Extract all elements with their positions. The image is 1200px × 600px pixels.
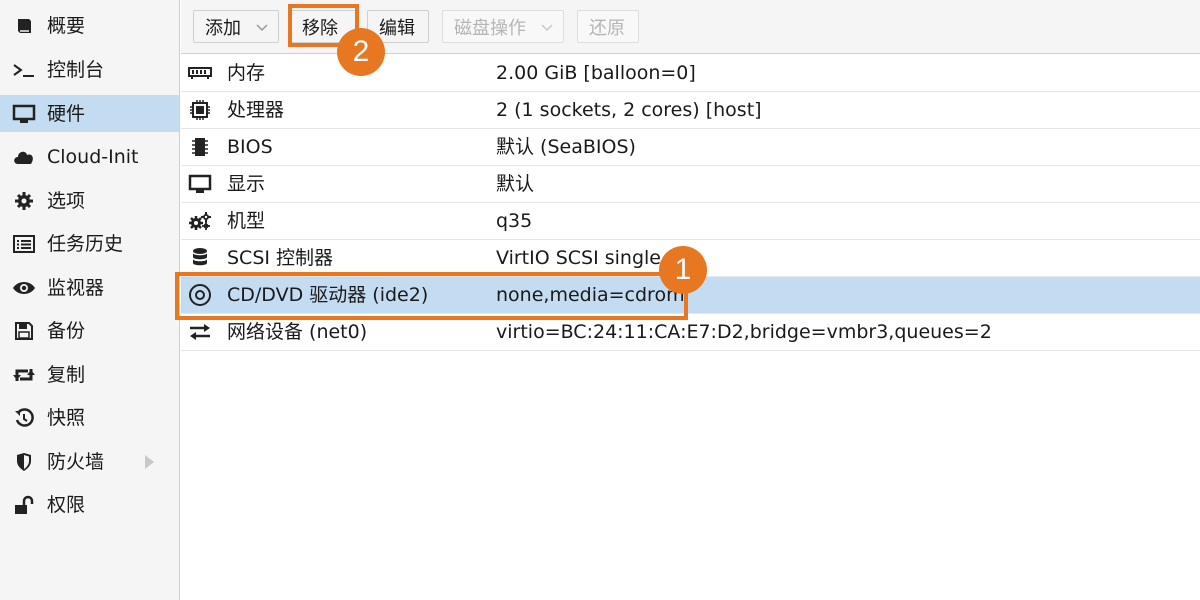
add-button[interactable]: 添加 — [193, 10, 279, 43]
row-value: 2.00 GiB [balloon=0] — [496, 62, 696, 84]
sidebar-item-options[interactable]: 选项 — [0, 182, 179, 219]
sidebar-item-label: Cloud-Init — [47, 145, 139, 168]
row-name: 显示 — [227, 173, 266, 195]
hardware-row-processor[interactable]: 处理器 2 (1 sockets, 2 cores) [host] — [181, 92, 1200, 129]
sidebar-item-task-history[interactable]: 任务历史 — [0, 225, 179, 262]
hardware-row-bios[interactable]: BIOS 默认 (SeaBIOS) — [181, 129, 1200, 166]
sidebar-item-backup[interactable]: 备份 — [0, 312, 179, 349]
book-icon — [12, 15, 36, 37]
hardware-row-display[interactable]: 显示 默认 — [181, 166, 1200, 203]
hardware-row-network[interactable]: 网络设备 (net0) virtio=BC:24:11:CA:E7:D2,bri… — [181, 314, 1200, 351]
row-value: 默认 — [496, 173, 535, 195]
sidebar-item-label: 备份 — [47, 319, 86, 342]
row-name: 机型 — [227, 210, 266, 232]
remove-button-label: 移除 — [302, 17, 338, 39]
memory-icon — [187, 61, 213, 85]
chevron-down-icon — [541, 24, 553, 32]
row-value: q35 — [496, 210, 533, 232]
step-badge-2: 2 — [337, 28, 385, 76]
retweet-icon — [12, 364, 36, 386]
hardware-row-memory[interactable]: 内存 2.00 GiB [balloon=0] — [181, 55, 1200, 92]
microchip-icon — [187, 135, 213, 159]
sidebar-item-console[interactable]: 控制台 — [0, 51, 179, 88]
sidebar-item-permissions[interactable]: 权限 — [0, 486, 179, 523]
sidebar-item-label: 复制 — [47, 363, 86, 386]
list-icon — [12, 233, 36, 255]
row-name: 网络设备 (net0) — [227, 321, 368, 343]
cogs-icon — [187, 209, 213, 233]
eye-icon — [12, 277, 36, 299]
row-value: 默认 (SeaBIOS) — [496, 136, 636, 158]
toolbar: 添加 移除 编辑 磁盘操作 还原 — [181, 0, 1200, 54]
sidebar-item-replication[interactable]: 复制 — [0, 356, 179, 393]
row-name: SCSI 控制器 — [227, 247, 334, 269]
sidebar-item-label: 监视器 — [47, 276, 105, 299]
unlock-icon — [12, 494, 36, 516]
shield-icon — [12, 451, 36, 473]
cpu-icon — [187, 98, 213, 122]
sidebar-item-label: 控制台 — [47, 58, 105, 81]
row-value: 2 (1 sockets, 2 cores) [host] — [496, 99, 762, 121]
sidebar-item-hardware[interactable]: 硬件 — [0, 95, 179, 132]
sidebar-item-label: 选项 — [47, 189, 86, 212]
row-name: 处理器 — [227, 99, 285, 121]
cdrom-icon — [187, 283, 213, 307]
sidebar-item-label: 硬件 — [47, 102, 86, 125]
row-name: CD/DVD 驱动器 (ide2) — [227, 284, 429, 306]
monitor-icon — [12, 103, 36, 125]
sidebar-item-label: 权限 — [47, 493, 86, 516]
revert-button[interactable]: 还原 — [577, 10, 639, 43]
sidebar-item-snapshots[interactable]: 快照 — [0, 399, 179, 436]
cloud-icon — [12, 146, 36, 168]
sidebar-item-label: 快照 — [47, 406, 86, 429]
sidebar-item-monitor[interactable]: 监视器 — [0, 269, 179, 306]
revert-button-label: 还原 — [589, 17, 625, 39]
sidebar-item-firewall[interactable]: 防火墙 — [0, 443, 179, 480]
step-badge-1: 1 — [659, 246, 707, 294]
database-icon — [187, 246, 213, 270]
sidebar-item-label: 任务历史 — [47, 232, 124, 255]
row-value: virtio=BC:24:11:CA:E7:D2,bridge=vmbr3,qu… — [496, 321, 992, 343]
row-value: none,media=cdrom — [496, 284, 685, 306]
edit-button-label: 编辑 — [379, 17, 415, 39]
sidebar-item-label: 防火墙 — [47, 450, 105, 473]
terminal-icon — [12, 59, 36, 81]
sidebar-item-summary[interactable]: 概要 — [0, 7, 179, 44]
submenu-arrow-icon[interactable] — [145, 454, 154, 469]
chevron-down-icon — [256, 24, 268, 32]
row-value: VirtIO SCSI single — [496, 247, 661, 269]
sidebar-item-label: 概要 — [47, 14, 86, 37]
gear-icon — [12, 190, 36, 212]
history-icon — [12, 407, 36, 429]
desktop-icon — [187, 172, 213, 196]
floppy-icon — [12, 320, 36, 342]
sidebar-item-cloud-init[interactable]: Cloud-Init — [0, 138, 179, 175]
row-name: 内存 — [227, 62, 266, 84]
disk-action-label: 磁盘操作 — [454, 17, 526, 39]
disk-action-button[interactable]: 磁盘操作 — [442, 10, 564, 43]
exchange-icon — [187, 320, 213, 344]
row-name: BIOS — [227, 136, 273, 158]
hardware-row-machine[interactable]: 机型 q35 — [181, 203, 1200, 240]
sidebar: 概要 控制台 硬件 Cloud-Init 选项 任务历史 监视器 备份 复制 快… — [0, 0, 180, 600]
add-button-label: 添加 — [205, 17, 241, 39]
